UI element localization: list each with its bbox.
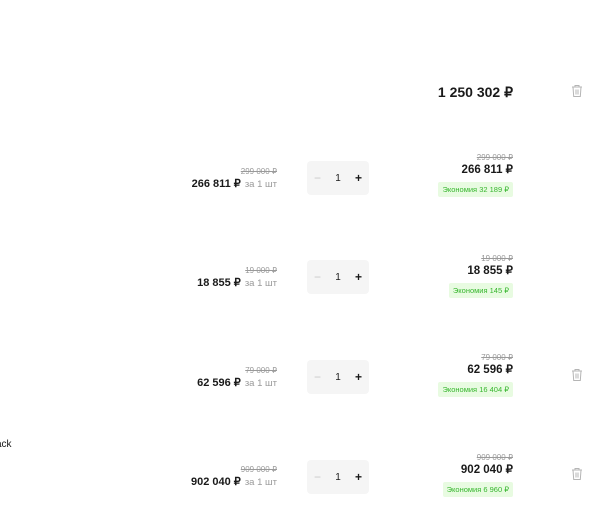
- line-old-price: 19 000 ₽: [481, 254, 513, 263]
- per-unit-label: за 1 шт: [244, 477, 277, 488]
- quantity-value: 1: [335, 172, 341, 184]
- quantity-value: 1: [335, 371, 341, 383]
- group-total-price: 1 250 302 ₽: [437, 84, 513, 100]
- quantity-stepper[interactable]: − 1 +: [307, 360, 369, 394]
- quantity-stepper[interactable]: − 1 +: [307, 161, 369, 195]
- line-old-price: 909 000 ₽: [476, 453, 513, 462]
- unit-price: 19 000 ₽ 18 855 ₽ за 1 шт: [197, 266, 277, 291]
- per-unit-label: за 1 шт: [244, 278, 277, 289]
- unit-current-price: 266 811 ₽: [191, 178, 241, 190]
- unit-price: 909 000 ₽ 902 040 ₽ за 1 шт: [191, 465, 277, 490]
- line-old-price: 299 000 ₽: [476, 153, 513, 162]
- increase-button[interactable]: +: [355, 171, 362, 185]
- unit-price: 79 000 ₽ 62 596 ₽ за 1 шт: [197, 366, 277, 391]
- unit-current-price: 18 855 ₽: [197, 277, 241, 289]
- line-total-price: 266 811 ₽: [461, 164, 513, 176]
- trash-icon[interactable]: [571, 368, 583, 382]
- decrease-button[interactable]: −: [314, 270, 321, 284]
- increase-button[interactable]: +: [355, 370, 362, 384]
- line-old-price: 79 000 ₽: [481, 353, 513, 362]
- unit-old-price: 909 000 ₽: [240, 465, 277, 474]
- saving-badge: Экономия 145 ₽: [448, 283, 513, 298]
- line-total: 19 000 ₽ 18 855 ₽ Экономия 145 ₽: [448, 254, 513, 298]
- line-total-price: 18 855 ₽: [467, 265, 513, 277]
- unit-old-price: 299 000 ₽: [240, 167, 277, 176]
- unit-current-price: 902 040 ₽: [190, 476, 241, 488]
- unit-current-price: 62 596 ₽: [197, 377, 241, 389]
- line-total-price: 902 040 ₽: [460, 464, 513, 476]
- quantity-value: 1: [335, 271, 341, 283]
- unit-old-price: 19 000 ₽: [245, 266, 277, 275]
- line-total: 909 000 ₽ 902 040 ₽ Экономия 6 960 ₽: [442, 453, 513, 497]
- quantity-stepper[interactable]: − 1 +: [307, 460, 369, 494]
- unit-old-price: 79 000 ₽: [245, 366, 277, 375]
- unit-price: 299 000 ₽ 266 811 ₽ за 1 шт: [192, 167, 277, 192]
- product-name-fragment[interactable]: ack: [0, 439, 12, 450]
- increase-button[interactable]: +: [355, 470, 362, 484]
- increase-button[interactable]: +: [355, 270, 362, 284]
- line-total: 299 000 ₽ 266 811 ₽ Экономия 32 189 ₽: [438, 153, 513, 197]
- trash-icon[interactable]: [571, 467, 583, 481]
- saving-badge: Экономия 16 404 ₽: [438, 382, 513, 397]
- quantity-stepper[interactable]: − 1 +: [307, 260, 369, 294]
- decrease-button[interactable]: −: [314, 171, 321, 185]
- line-total: 79 000 ₽ 62 596 ₽ Экономия 16 404 ₽: [438, 353, 513, 397]
- saving-badge: Экономия 32 189 ₽: [438, 182, 513, 197]
- decrease-button[interactable]: −: [314, 370, 321, 384]
- per-unit-label: за 1 шт: [244, 179, 277, 190]
- trash-icon[interactable]: [571, 84, 583, 98]
- per-unit-label: за 1 шт: [244, 378, 277, 389]
- quantity-value: 1: [335, 471, 341, 483]
- decrease-button[interactable]: −: [314, 470, 321, 484]
- saving-badge: Экономия 6 960 ₽: [442, 482, 513, 497]
- line-total-price: 62 596 ₽: [467, 364, 513, 376]
